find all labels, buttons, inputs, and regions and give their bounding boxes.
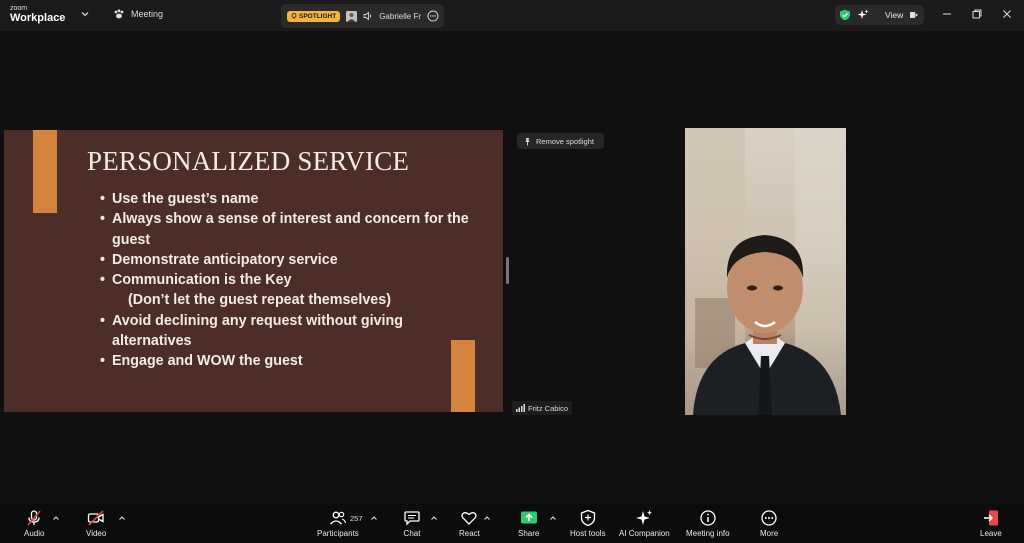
meeting-info-button[interactable]: Meeting info [686, 509, 730, 538]
slide-bullet: Avoid declining any request without givi… [100, 311, 470, 352]
sparkle-icon[interactable] [857, 9, 869, 21]
spotlight-indicator[interactable]: SPOTLIGHT Gabrielle Fr [281, 4, 444, 28]
chat-button[interactable]: Chat [403, 509, 421, 538]
meeting-info-label: Meeting info [686, 529, 730, 538]
slide-bullet: Always show a sense of interest and conc… [100, 209, 470, 250]
microphone-muted-icon [27, 510, 41, 526]
logo-small-text: zoom [10, 5, 28, 12]
react-label: React [459, 529, 480, 538]
slide-sub-bullet: (Don’t let the guest repeat themselves) [128, 292, 391, 309]
ai-companion-label: AI Companion [619, 529, 670, 538]
chat-icon [404, 511, 420, 526]
remove-spotlight-button[interactable]: Remove spotlight [517, 133, 604, 149]
host-tools-label: Host tools [570, 529, 606, 538]
avatar-icon [346, 10, 358, 22]
chevron-up-icon[interactable] [549, 514, 557, 522]
minimize-icon[interactable] [941, 8, 953, 20]
more-options-icon[interactable] [427, 10, 439, 22]
audio-button[interactable]: Audio [24, 509, 44, 538]
spotlight-tag-label: SPOTLIGHT [299, 12, 337, 20]
participant-name-tag: Fritz Cabico [512, 401, 573, 415]
spotlight-badge: SPOTLIGHT [287, 10, 341, 22]
participant-video-tile[interactable] [685, 128, 846, 415]
chat-label: Chat [403, 529, 421, 538]
slide-accent-bar-top [33, 130, 57, 213]
participants-icon [329, 511, 346, 525]
more-button[interactable]: More [760, 509, 778, 538]
info-icon [700, 510, 716, 526]
view-button[interactable]: View [885, 10, 903, 20]
slide-bullet: Demonstrate anticipatory service [100, 250, 470, 271]
meeting-toolbar: Audio Video Participants 257 Chat React … [0, 504, 1024, 543]
chevron-up-icon[interactable] [430, 514, 438, 522]
slide-title: PERSONALIZED SERVICE [87, 146, 410, 176]
restore-icon[interactable] [971, 8, 983, 20]
zoom-workplace-logo[interactable]: zoom Workplace [10, 5, 65, 24]
leave-button[interactable]: Leave [980, 509, 1002, 538]
remove-spotlight-label: Remove spotlight [536, 136, 594, 146]
shield-icon [580, 509, 595, 527]
audio-label: Audio [24, 529, 45, 538]
ai-companion-button[interactable]: AI Companion [619, 509, 670, 538]
participants-label: Participants [317, 529, 359, 538]
signal-bars-icon [516, 404, 525, 412]
leave-label: Leave [980, 529, 1002, 538]
view-layout-icon[interactable] [909, 10, 919, 20]
shared-screen-slide: PERSONALIZED SERVICE Use the guest’s nam… [4, 130, 503, 412]
share-label: Share [518, 529, 540, 538]
react-button[interactable]: React [459, 509, 480, 538]
ai-sparkle-icon [636, 510, 653, 525]
title-bar: zoom Workplace Meeting SPOTLIGHT Gabriel… [0, 0, 1024, 31]
slide-bullet: Use the guest’s name [100, 189, 470, 210]
share-screen-icon [520, 511, 537, 524]
chevron-down-icon[interactable] [80, 9, 90, 19]
pin-icon [291, 13, 297, 19]
host-tools-button[interactable]: Host tools [570, 509, 606, 538]
video-label: Video [86, 529, 107, 538]
heart-icon [461, 512, 478, 525]
participants-count: 257 [350, 514, 363, 523]
pin-icon [525, 137, 530, 145]
share-button[interactable]: Share [518, 509, 539, 538]
chevron-up-icon[interactable] [483, 514, 491, 522]
leave-door-icon [983, 510, 998, 526]
meeting-label: Meeting [131, 9, 164, 19]
video-camera-off-icon [88, 510, 104, 526]
shield-check-icon[interactable] [839, 9, 851, 21]
logo-big-text: Workplace [10, 12, 66, 24]
participant-name: Fritz Cabico [528, 403, 569, 413]
chevron-up-icon[interactable] [118, 514, 126, 522]
chevron-up-icon[interactable] [52, 514, 60, 522]
close-icon[interactable] [1001, 8, 1013, 20]
split-view-drag-handle[interactable] [506, 257, 509, 284]
slide-bullet: Engage and WOW the guest [100, 351, 470, 372]
speaker-icon [363, 11, 372, 21]
chevron-up-icon[interactable] [370, 514, 378, 522]
participant-video-image [685, 128, 846, 415]
active-speaker-name: Gabrielle Fr [379, 11, 421, 21]
more-label: More [760, 529, 779, 538]
slide-bullet: Communication is the Key [100, 270, 470, 291]
top-right-controls: View [835, 5, 924, 25]
more-icon [761, 510, 777, 526]
meeting-menu[interactable]: Meeting [113, 8, 163, 20]
slide-bullet-list: Use the guest’s name Always show a sense… [100, 189, 470, 372]
paw-icon [114, 9, 124, 19]
video-button[interactable]: Video [86, 509, 106, 538]
